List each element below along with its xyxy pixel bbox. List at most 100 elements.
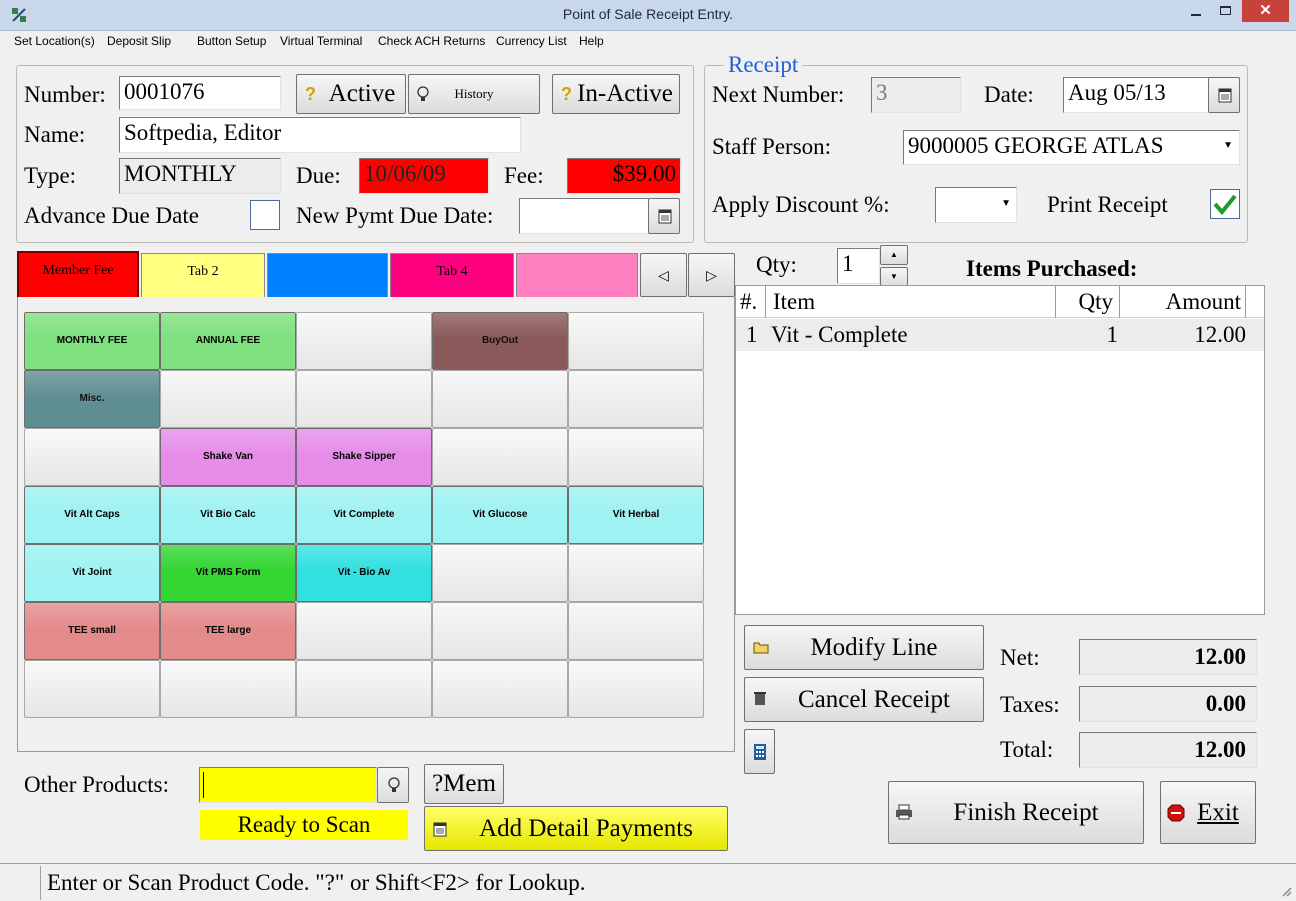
product-button-label: Shake Van [202, 451, 254, 462]
calculator-button[interactable] [744, 729, 775, 774]
product-button-label: Misc. [79, 393, 105, 404]
empty-product-slot[interactable] [160, 660, 296, 718]
qty-down-button[interactable]: ▼ [880, 267, 908, 287]
empty-product-slot[interactable] [24, 428, 160, 486]
qty-field[interactable]: 1 [837, 248, 880, 284]
col-qty[interactable]: Qty [1056, 286, 1120, 318]
product-button[interactable]: Vit - Bio Av [296, 544, 432, 602]
menu-deposit-slip[interactable]: Deposit Slip [107, 34, 171, 48]
new-pymt-due-field[interactable] [519, 198, 649, 234]
empty-product-slot[interactable] [432, 428, 568, 486]
empty-product-slot[interactable] [432, 544, 568, 602]
empty-product-slot[interactable] [296, 370, 432, 428]
date-field[interactable]: Aug 05/13 [1063, 77, 1209, 113]
tab-3[interactable] [267, 253, 388, 297]
cancel-receipt-label: Cancel Receipt [797, 686, 950, 713]
advance-due-checkbox[interactable] [250, 200, 280, 230]
empty-product-slot[interactable] [296, 660, 432, 718]
total-label: Total: [1000, 737, 1054, 762]
menu-set-locations[interactable]: Set Location(s) [14, 34, 95, 48]
cancel-receipt-button[interactable]: Cancel Receipt [744, 677, 984, 722]
empty-product-slot[interactable] [296, 312, 432, 370]
product-button[interactable]: Vit Complete [296, 486, 432, 544]
other-products-lookup-button[interactable] [377, 767, 409, 803]
close-icon: ✕ [1259, 2, 1272, 19]
col-num[interactable]: #. [736, 286, 766, 318]
menu-check-ach-returns[interactable]: Check ACH Returns [378, 34, 485, 48]
tab-2[interactable]: Tab 2 [141, 253, 265, 297]
checkmark-icon [1213, 194, 1237, 216]
empty-product-slot[interactable] [432, 602, 568, 660]
product-button[interactable]: Vit Joint [24, 544, 160, 602]
inactive-button[interactable]: ? In-Active [552, 74, 680, 114]
product-button[interactable]: ANNUAL FEE [160, 312, 296, 370]
modify-line-button[interactable]: Modify Line [744, 625, 984, 670]
product-button[interactable]: TEE small [24, 602, 160, 660]
product-button[interactable]: TEE large [160, 602, 296, 660]
status-bar: Enter or Scan Product Code. "?" or Shift… [0, 863, 1296, 901]
product-button[interactable]: Vit PMS Form [160, 544, 296, 602]
maximize-button[interactable] [1212, 0, 1240, 22]
tab-member-fee[interactable]: Member Fee [17, 251, 139, 297]
tab-next-button[interactable]: ▷ [688, 253, 735, 297]
resize-grip-icon[interactable] [1280, 885, 1292, 897]
table-row[interactable]: 1 Vit - Complete 1 12.00 [736, 319, 1264, 351]
print-receipt-checkbox[interactable] [1210, 189, 1240, 219]
mem-lookup-button[interactable]: ?Mem [424, 764, 504, 804]
minimize-button[interactable] [1182, 0, 1210, 22]
empty-product-slot[interactable] [568, 312, 704, 370]
col-amount[interactable]: Amount [1120, 286, 1246, 318]
empty-product-slot[interactable] [568, 602, 704, 660]
product-button[interactable]: Vit Herbal [568, 486, 704, 544]
product-button[interactable]: Vit Glucose [432, 486, 568, 544]
date-calendar-button[interactable] [1208, 77, 1240, 113]
other-products-field[interactable] [199, 767, 377, 803]
finish-receipt-button[interactable]: Finish Receipt [888, 781, 1144, 844]
product-button[interactable]: MONTHLY FEE [24, 312, 160, 370]
close-button[interactable]: ✕ [1242, 0, 1289, 22]
empty-product-slot[interactable] [160, 370, 296, 428]
empty-product-slot[interactable] [432, 370, 568, 428]
type-label: Type: [24, 163, 77, 188]
tab-prev-button[interactable]: ◁ [640, 253, 687, 297]
menu-virtual-terminal[interactable]: Virtual Terminal [280, 34, 362, 48]
empty-product-slot[interactable] [568, 370, 704, 428]
product-button-label: Vit Bio Calc [200, 509, 256, 520]
menu-help[interactable]: Help [579, 34, 604, 48]
empty-product-slot[interactable] [568, 428, 704, 486]
history-button[interactable]: History [408, 74, 540, 114]
empty-product-slot[interactable] [432, 660, 568, 718]
menu-button-setup[interactable]: Button Setup [197, 34, 266, 48]
menu-currency-list[interactable]: Currency List [496, 34, 567, 48]
col-item[interactable]: Item [767, 286, 1056, 318]
other-products-label: Other Products: [24, 772, 170, 797]
qty-up-button[interactable]: ▲ [880, 245, 908, 265]
add-detail-payments-button[interactable]: Add Detail Payments [424, 806, 728, 851]
number-field[interactable]: 0001076 [119, 76, 281, 110]
items-table: #. Item Qty Amount 1 Vit - Complete 1 12… [735, 285, 1265, 615]
product-button[interactable]: Shake Sipper [296, 428, 432, 486]
product-button[interactable]: Vit Bio Calc [160, 486, 296, 544]
title-bar: Point of Sale Receipt Entry. ✕ [0, 0, 1296, 31]
product-button[interactable]: Vit Alt Caps [24, 486, 160, 544]
empty-product-slot[interactable] [296, 602, 432, 660]
name-field[interactable]: Softpedia, Editor [119, 117, 521, 153]
product-button[interactable]: Misc. [24, 370, 160, 428]
staff-person-select[interactable]: 9000005 GEORGE ATLAS ▼ [903, 130, 1240, 165]
empty-product-slot[interactable] [568, 660, 704, 718]
tab-5[interactable] [516, 253, 638, 297]
exit-button[interactable]: Exit [1160, 781, 1256, 844]
calendar-icon [433, 822, 447, 837]
text-cursor [203, 772, 204, 798]
product-button[interactable]: BuyOut [432, 312, 568, 370]
empty-product-slot[interactable] [568, 544, 704, 602]
due-label: Due: [296, 163, 341, 188]
lightbulb-icon [388, 777, 400, 792]
new-pymt-due-calendar-button[interactable] [648, 198, 680, 234]
discount-select[interactable]: ▼ [935, 187, 1017, 223]
product-button[interactable]: Shake Van [160, 428, 296, 486]
tab-4[interactable]: Tab 4 [390, 253, 514, 297]
active-button[interactable]: ? Active [296, 74, 406, 114]
empty-product-slot[interactable] [24, 660, 160, 718]
product-button-label: Vit PMS Form [195, 567, 261, 578]
